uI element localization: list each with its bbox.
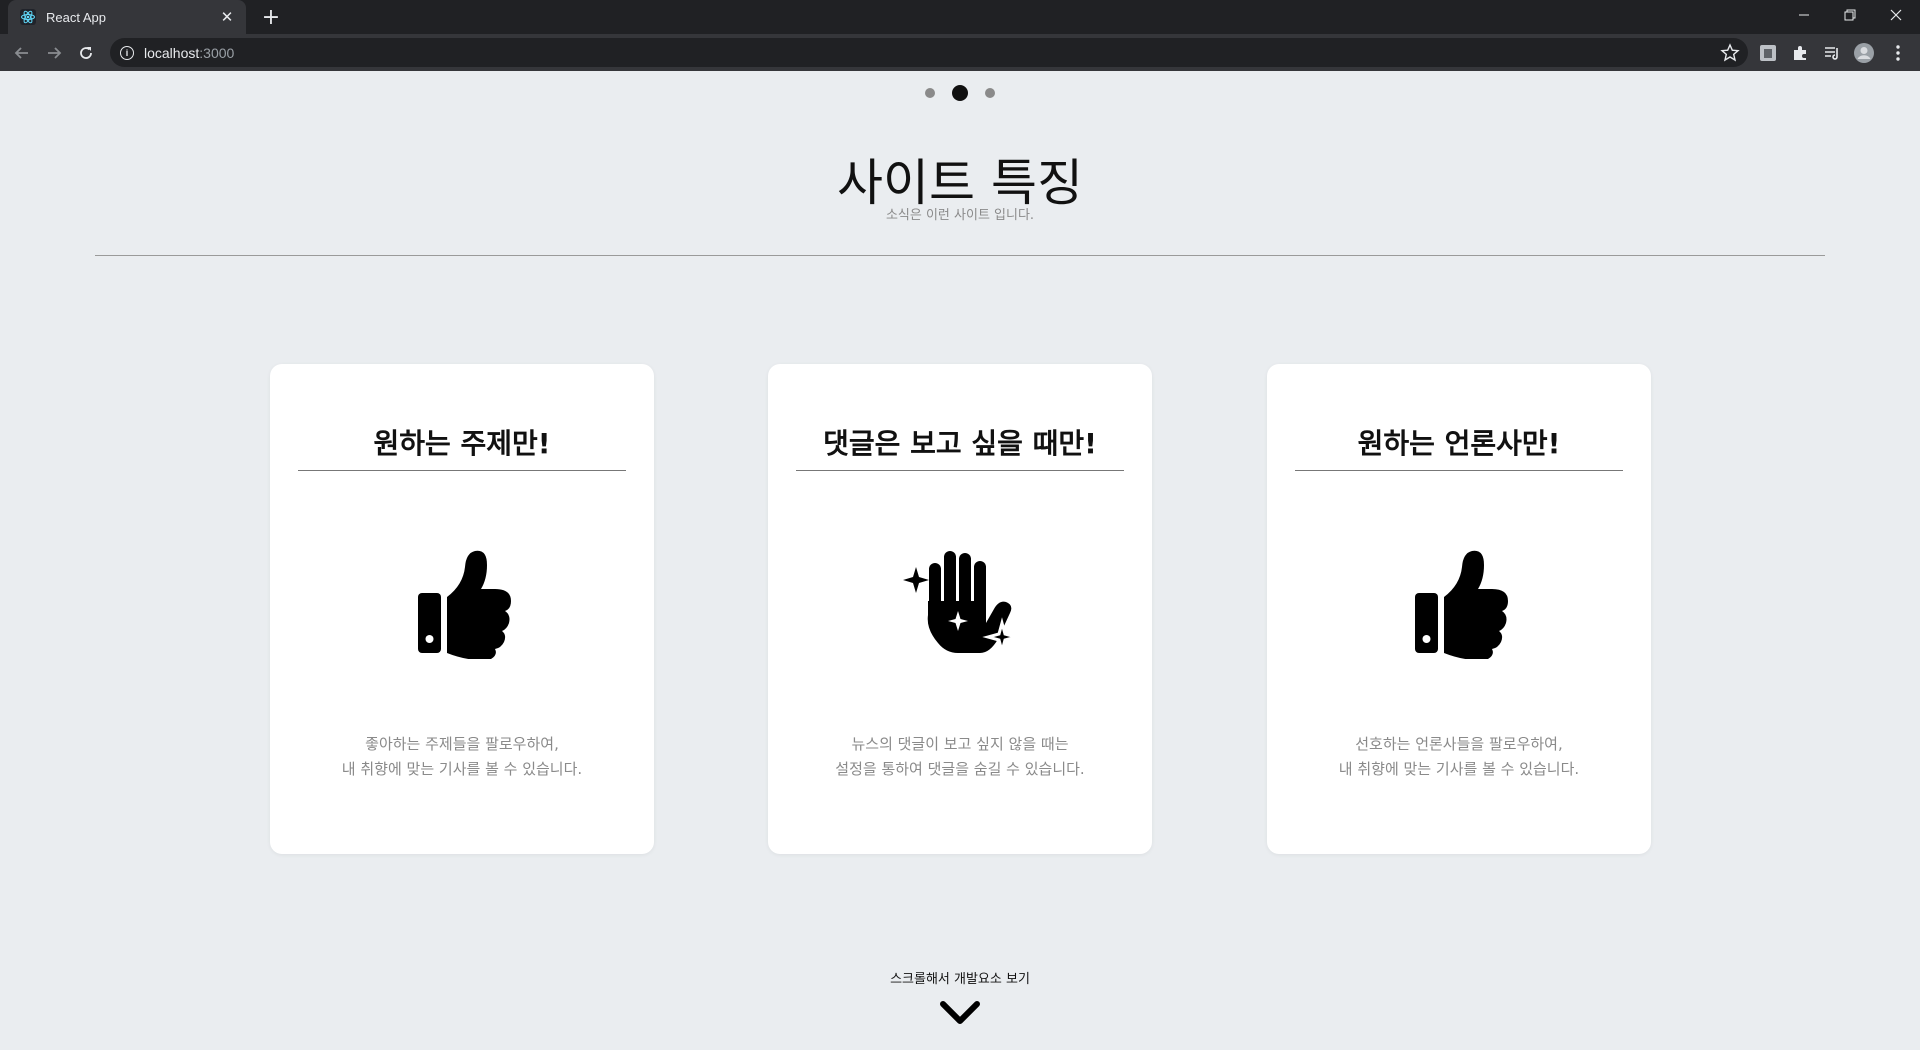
thumbs-up-icon — [1267, 549, 1651, 659]
bookmark-star-icon[interactable] — [1720, 43, 1740, 63]
browser-tab-bar: React App ✕ + — [0, 0, 1920, 34]
browser-toolbar: i localhost:3000 — [0, 34, 1920, 71]
window-close-icon[interactable] — [1874, 0, 1918, 30]
card-divider — [1295, 470, 1623, 471]
extensions-puzzle-icon[interactable] — [1789, 42, 1811, 64]
card-description: 뉴스의 댓글이 보고 싶지 않을 때는 설정을 통하여 댓글을 숨길 수 있습니… — [835, 735, 1085, 778]
media-queue-icon[interactable] — [1821, 42, 1843, 64]
thumbs-up-icon — [270, 549, 654, 659]
card-divider — [298, 470, 626, 471]
reload-icon[interactable] — [72, 39, 100, 67]
card-title: 원하는 언론사만! — [1357, 427, 1561, 460]
slide-dot[interactable] — [925, 88, 935, 98]
card-title: 댓글은 보고 싶을 때만! — [823, 427, 1097, 460]
address-bar[interactable]: i localhost:3000 — [110, 38, 1748, 67]
site-info-icon[interactable]: i — [120, 45, 134, 60]
extension-image-icon[interactable] — [1757, 42, 1779, 64]
hand-sparkles-icon — [768, 549, 1152, 659]
card-description: 선호하는 언론사들을 팔로우하여, 내 취향에 맞는 기사를 볼 수 있습니다. — [1338, 735, 1580, 778]
back-icon[interactable] — [8, 39, 36, 67]
card-title: 원하는 주제만! — [373, 427, 551, 460]
feature-card-press: 원하는 언론사만! 선호하는 언론사들을 팔로우하여, 내 취향에 맞는 기사를… — [1267, 364, 1651, 854]
card-description: 좋아하는 주제들을 팔로우하여, 내 취향에 맞는 기사를 볼 수 있습니다. — [341, 735, 583, 778]
scroll-hint: 스크롤해서 개발요소 보기 — [890, 972, 1030, 987]
profile-avatar-icon[interactable] — [1853, 42, 1875, 64]
new-tab-button[interactable]: + — [258, 4, 284, 30]
browser-menu-icon[interactable] — [1887, 42, 1909, 64]
card-divider — [796, 470, 1124, 471]
minimize-icon[interactable] — [1782, 0, 1826, 30]
feature-card-topics: 원하는 주제만! 좋아하는 주제들을 팔로우하여, 내 취향에 맞는 기사를 볼… — [270, 364, 654, 854]
forward-icon[interactable] — [40, 39, 68, 67]
chevron-down-icon[interactable] — [939, 1000, 981, 1026]
slide-indicator — [0, 85, 1920, 101]
feature-card-comments: 댓글은 보고 싶을 때만! 뉴스의 댓글이 보고 싶지 않을 때는 설정을 통하… — [768, 364, 1152, 854]
url-text: localhost:3000 — [144, 44, 235, 61]
tab-close-icon[interactable]: ✕ — [216, 6, 238, 28]
slide-dot-active[interactable] — [952, 85, 968, 101]
tab-title: React App — [46, 9, 106, 25]
slide-dot[interactable] — [985, 88, 995, 98]
header-divider — [95, 255, 1825, 256]
page-content: 사이트 특징 소식은 이런 사이트 입니다. 원하는 주제만! 좋아하는 주제들… — [0, 71, 1920, 1050]
restore-icon[interactable] — [1828, 0, 1872, 30]
react-favicon-icon — [20, 9, 36, 25]
browser-tab[interactable]: React App ✕ — [8, 0, 246, 34]
page-subtitle: 소식은 이런 사이트 입니다. — [885, 208, 1035, 223]
